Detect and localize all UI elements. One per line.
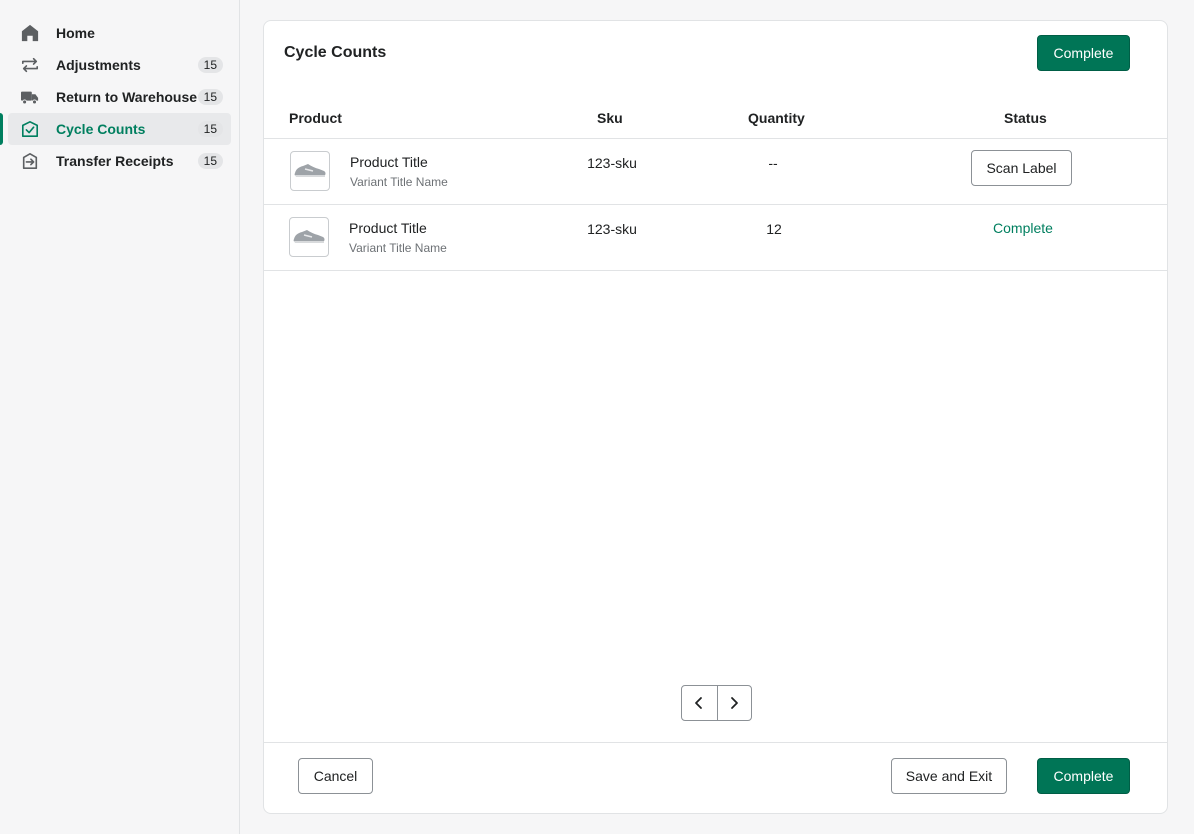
truck-icon xyxy=(20,87,40,107)
chevron-right-icon xyxy=(731,697,739,709)
scan-label-button[interactable]: Scan Label xyxy=(971,150,1072,186)
sidebar-item-label: Cycle Counts xyxy=(56,121,146,137)
home-icon xyxy=(20,23,40,43)
sku-cell: 123-sku xyxy=(587,221,637,237)
sidebar-item-label: Home xyxy=(56,25,95,41)
sidebar-item-home[interactable]: Home xyxy=(8,17,231,49)
product-title: Product Title xyxy=(350,154,428,170)
pagination xyxy=(681,685,752,721)
count-badge: 15 xyxy=(197,153,223,169)
column-header-product: Product xyxy=(289,110,342,126)
table-row: Product Title Variant Title Name 123-sku… xyxy=(264,205,1167,271)
complete-button[interactable]: Complete xyxy=(1037,35,1130,71)
sidebar: Home Adjustments 15 Return to Warehouse … xyxy=(0,0,240,834)
sidebar-item-label: Return to Warehouse xyxy=(56,89,198,105)
chevron-left-icon xyxy=(695,697,703,709)
sidebar-item-adjustments[interactable]: Adjustments 15 xyxy=(8,49,231,81)
sidebar-item-cycle-counts[interactable]: Cycle Counts 15 xyxy=(0,113,231,145)
product-thumbnail xyxy=(289,217,329,257)
product-thumbnail xyxy=(290,151,330,191)
column-header-sku: Sku xyxy=(597,110,623,126)
table-row: Product Title Variant Title Name 123-sku… xyxy=(264,139,1167,205)
save-and-exit-button[interactable]: Save and Exit xyxy=(891,758,1007,794)
inventory-check-icon xyxy=(20,119,40,139)
sidebar-item-label: Adjustments xyxy=(56,57,141,73)
arrows-exchange-icon xyxy=(20,55,40,75)
previous-page-button[interactable] xyxy=(682,686,717,720)
next-page-button[interactable] xyxy=(716,686,752,720)
column-header-quantity: Quantity xyxy=(748,110,805,126)
footer-complete-button[interactable]: Complete xyxy=(1037,758,1130,794)
divider xyxy=(264,742,1167,743)
cancel-button[interactable]: Cancel xyxy=(298,758,373,794)
sidebar-item-return-to-warehouse[interactable]: Return to Warehouse 15 xyxy=(8,81,231,113)
sneaker-icon xyxy=(293,230,325,243)
variant-title: Variant Title Name xyxy=(349,241,447,255)
count-badge: 15 xyxy=(197,57,223,73)
variant-title: Variant Title Name xyxy=(350,175,448,189)
status-text: Complete xyxy=(993,220,1053,236)
sku-cell: 123-sku xyxy=(587,155,637,171)
cycle-counts-card: Cycle Counts Complete Product Sku Quanti… xyxy=(263,20,1168,814)
sidebar-item-transfer-receipts[interactable]: Transfer Receipts 15 xyxy=(8,145,231,177)
transfer-receipt-icon xyxy=(20,151,40,171)
page-title: Cycle Counts xyxy=(284,44,387,61)
quantity-cell: 12 xyxy=(766,221,782,237)
product-title: Product Title xyxy=(349,220,427,236)
sidebar-item-label: Transfer Receipts xyxy=(56,153,174,169)
sneaker-icon xyxy=(294,164,326,177)
column-header-status: Status xyxy=(1004,110,1047,126)
count-badge: 15 xyxy=(197,89,223,105)
quantity-cell: -- xyxy=(768,155,778,171)
count-badge: 15 xyxy=(197,121,223,137)
